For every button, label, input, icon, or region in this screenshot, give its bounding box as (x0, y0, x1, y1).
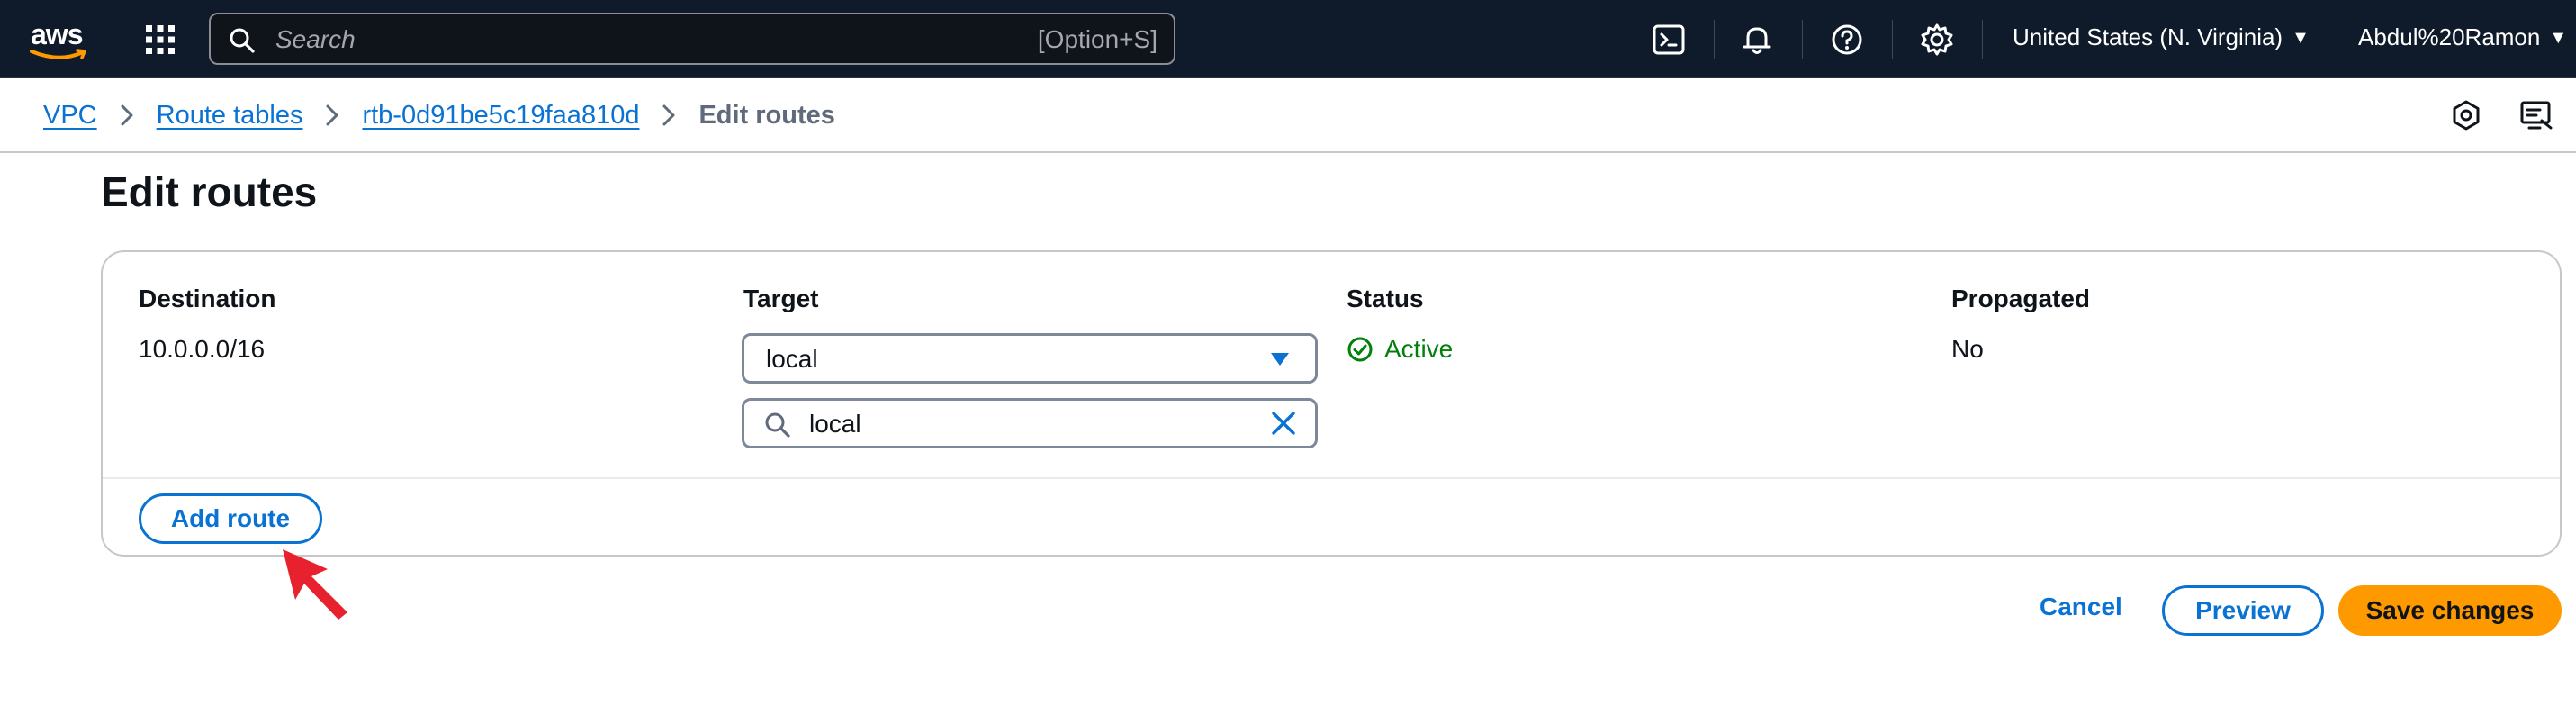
cloudshell-icon[interactable] (1651, 22, 1687, 58)
caret-down-icon: ▼ (2292, 28, 2310, 48)
column-header-propagated: Propagated (1951, 285, 2091, 312)
route-destination: 10.0.0.0/16 (139, 335, 266, 363)
search-input[interactable] (274, 22, 961, 58)
aws-logo-text: aws (31, 18, 83, 50)
route-propagated: No (1951, 335, 1984, 363)
chevron-right-icon (121, 104, 133, 126)
target-select-value: local (766, 345, 818, 373)
nav-divider (1892, 20, 1893, 59)
aws-logo[interactable]: aws (29, 18, 92, 61)
check-circle-icon (1347, 337, 1373, 362)
aws-smile-icon (30, 49, 86, 59)
caret-down-icon (1271, 353, 1289, 366)
routes-editor-card: Destination Target Status Propagated 10.… (101, 250, 2562, 557)
region-selector[interactable]: United States (N. Virginia) ▼ (2013, 23, 2310, 51)
global-search-box[interactable]: [Option+S] (209, 13, 1175, 65)
search-icon (230, 28, 255, 53)
breadcrumb-current: Edit routes (698, 100, 835, 130)
cancel-button[interactable]: Cancel (2032, 582, 2130, 632)
breadcrumb-route-table-id[interactable]: rtb-0d91be5c19faa810d (362, 101, 639, 131)
add-route-button[interactable]: Add route (139, 493, 322, 544)
target-select[interactable]: local (742, 333, 1318, 384)
search-icon (765, 412, 790, 438)
search-shortcut-hint: [Option+S] (1037, 25, 1157, 53)
breadcrumb-vpc[interactable]: VPC (43, 101, 97, 131)
hexagon-info-icon[interactable] (2448, 97, 2484, 133)
breadcrumb-divider (0, 151, 2576, 153)
column-header-status: Status (1347, 285, 1424, 312)
feedback-screen-icon[interactable] (2518, 97, 2554, 133)
column-header-target: Target (743, 285, 819, 312)
nav-divider (1982, 20, 1983, 59)
apps-grid-icon[interactable] (144, 23, 176, 56)
region-label: United States (N. Virginia) (2013, 23, 2283, 50)
top-navigation-bar: aws [Option+S] (0, 0, 2576, 78)
clear-x-icon[interactable] (1270, 410, 1297, 437)
card-divider (103, 477, 2560, 479)
chevron-right-icon (662, 104, 675, 126)
breadcrumb: VPC Route tables rtb-0d91be5c19faa810d E… (43, 97, 835, 133)
target-filter-input[interactable] (807, 408, 1243, 440)
caret-down-icon: ▼ (2549, 28, 2568, 48)
red-pointer-arrow-icon (283, 549, 347, 620)
target-filter-box[interactable] (742, 398, 1318, 448)
notifications-bell-icon[interactable] (1739, 22, 1775, 58)
settings-gear-icon[interactable] (1919, 22, 1955, 58)
route-status-label: Active (1384, 335, 1454, 363)
chevron-right-icon (326, 104, 338, 126)
breadcrumb-route-tables[interactable]: Route tables (157, 101, 303, 131)
nav-divider (1714, 20, 1715, 59)
page-title: Edit routes (101, 168, 318, 215)
account-name: Abdul%20Ramon (2358, 23, 2541, 50)
account-menu[interactable]: Abdul%20Ramon ▼ (2358, 23, 2567, 51)
column-header-destination: Destination (139, 285, 276, 312)
route-status: Active (1347, 335, 1453, 364)
nav-divider (1802, 20, 1803, 59)
preview-button[interactable]: Preview (2162, 585, 2324, 636)
save-changes-button[interactable]: Save changes (2338, 585, 2562, 636)
help-icon[interactable] (1829, 22, 1865, 58)
